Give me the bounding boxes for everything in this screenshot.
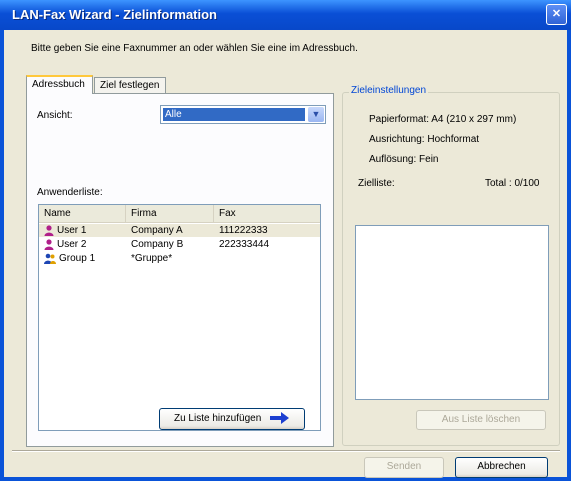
window-title: LAN-Fax Wizard - Zielinformation	[12, 7, 217, 22]
chevron-down-icon[interactable]: ▼	[308, 107, 324, 122]
instruction-text: Bitte geben Sie eine Faxnummer an oder w…	[31, 43, 358, 54]
column-header-firma[interactable]: Firma	[126, 205, 214, 222]
ansicht-select[interactable]: Alle ▼	[160, 105, 326, 124]
add-to-list-button[interactable]: Zu Liste hinzufügen	[159, 408, 305, 430]
list-item[interactable]: Group 1 *Gruppe*	[39, 252, 320, 265]
firma-cell: *Gruppe*	[131, 253, 173, 264]
user-icon	[44, 225, 54, 236]
ausrichtung-text: Ausrichtung: Hochformat	[369, 134, 480, 145]
remove-from-list-button[interactable]: Aus Liste löschen	[416, 410, 546, 430]
papierformat-text: Papierformat: A4 (210 x 297 mm)	[369, 114, 517, 125]
send-button[interactable]: Senden	[364, 457, 444, 478]
adressbuch-panel: Ansicht: Alle ▼ Anwenderliste: Name Firm…	[26, 93, 334, 447]
fax-wizard-window: LAN-Fax Wizard - Zielinformation ✕ Bitte…	[0, 0, 571, 481]
user-icon	[44, 239, 54, 250]
list-header: Name Firma Fax	[39, 205, 320, 223]
zielliste-label: Zielliste:	[358, 178, 395, 189]
list-item[interactable]: User 1 Company A 111222333	[39, 224, 320, 237]
dialog-client-area: Bitte geben Sie eine Faxnummer an oder w…	[4, 30, 567, 478]
tab-adressbuch[interactable]: Adressbuch	[26, 75, 93, 94]
group-name: Group 1	[59, 253, 96, 264]
fax-cell: 222333444	[219, 239, 270, 250]
group-icon	[44, 253, 56, 264]
anwender-list[interactable]: Name Firma Fax User 1 Company A 11122233…	[38, 204, 321, 431]
column-header-fax[interactable]: Fax	[214, 205, 320, 222]
firma-cell: Company B	[131, 239, 184, 250]
user-name: User 2	[57, 239, 87, 250]
zieleinstellungen-legend: Zieleinstellungen	[349, 85, 429, 96]
tab-ziel-festlegen[interactable]: Ziel festlegen	[94, 77, 166, 93]
fax-cell: 111222333	[219, 225, 268, 236]
footer-divider	[12, 450, 560, 452]
zielliste-list[interactable]	[355, 225, 549, 400]
firma-cell: Company A	[131, 225, 183, 236]
name-cell: Group 1	[44, 252, 95, 265]
add-to-list-label: Zu Liste hinzufügen	[173, 413, 262, 424]
close-window-button[interactable]: ✕	[546, 4, 567, 25]
anwenderliste-label: Anwenderliste:	[37, 187, 103, 198]
ansicht-selected-value: Alle	[163, 108, 305, 121]
column-header-name[interactable]: Name	[39, 205, 126, 222]
name-cell: User 2	[44, 238, 86, 251]
zielliste-total: Total : 0/100	[485, 178, 540, 189]
name-cell: User 1	[44, 224, 86, 237]
title-bar: LAN-Fax Wizard - Zielinformation ✕	[0, 0, 571, 30]
aufloesung-text: Auflösung: Fein	[369, 154, 439, 165]
user-name: User 1	[57, 225, 87, 236]
ansicht-label: Ansicht:	[37, 110, 73, 121]
arrow-right-icon	[270, 412, 290, 425]
cancel-button[interactable]: Abbrechen	[455, 457, 548, 478]
list-item[interactable]: User 2 Company B 222333444	[39, 238, 320, 251]
